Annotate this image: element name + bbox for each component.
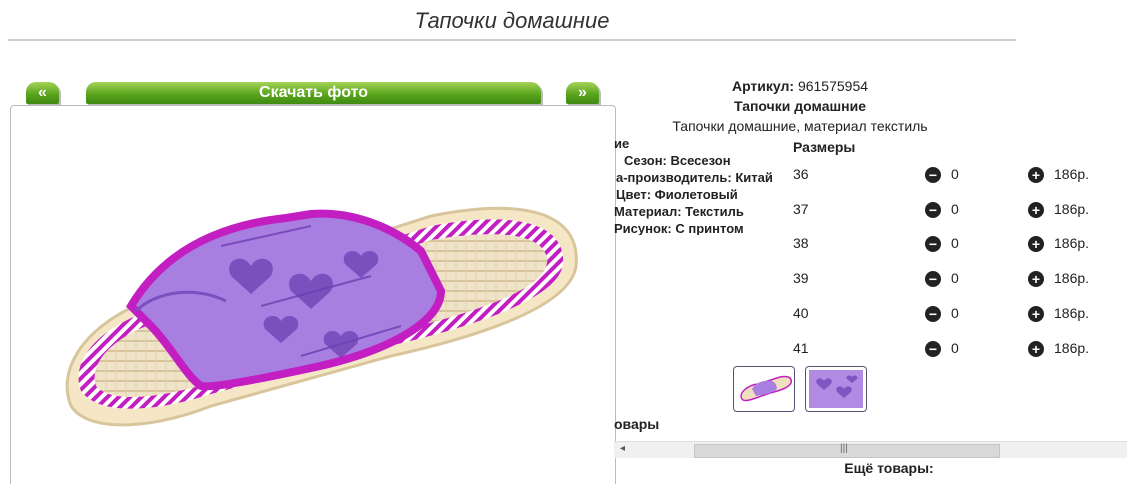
size-row: 39 − 0 + 186р.	[793, 270, 1113, 290]
minus-icon[interactable]: −	[925, 167, 941, 183]
size-price: 186р.	[1054, 305, 1090, 321]
size-row: 38 − 0 + 186р.	[793, 235, 1113, 255]
feature-country: а-производитель: Китай	[616, 170, 773, 185]
size-quantity: 0	[951, 270, 959, 286]
features-header: ие	[614, 136, 630, 151]
horizontal-scrollbar[interactable]: ◂ |||	[614, 441, 1127, 458]
size-value: 36	[793, 166, 809, 182]
size-quantity: 0	[951, 340, 959, 356]
size-quantity: 0	[951, 201, 959, 217]
scrollbar-thumb[interactable]: |||	[694, 443, 1000, 458]
size-value: 39	[793, 270, 809, 286]
minus-icon[interactable]: −	[925, 306, 941, 322]
size-value: 37	[793, 201, 809, 217]
minus-icon[interactable]: −	[925, 202, 941, 218]
plus-icon[interactable]: +	[1028, 202, 1044, 218]
size-row: 37 − 0 + 186р.	[793, 201, 1113, 221]
title-divider	[8, 39, 1016, 41]
product-photo	[10, 105, 616, 484]
slipper-image	[65, 206, 578, 427]
plus-icon[interactable]: +	[1028, 306, 1044, 322]
feature-color: Цвет: Фиолетовый	[616, 187, 738, 202]
slipper-thumbnail	[740, 375, 792, 402]
plus-icon[interactable]: +	[1028, 271, 1044, 287]
size-quantity: 0	[951, 166, 959, 182]
size-value: 38	[793, 235, 809, 251]
feature-material: Материал: Текстиль	[614, 204, 744, 219]
size-price: 186р.	[1054, 166, 1090, 182]
size-price: 186р.	[1054, 270, 1090, 286]
more-products-title: Ещё товары:	[844, 460, 934, 476]
size-quantity: 0	[951, 235, 959, 251]
fabric-thumbnail	[809, 370, 863, 408]
size-price: 186р.	[1054, 235, 1090, 251]
grip-icon: |||	[840, 443, 848, 454]
plus-icon[interactable]: +	[1028, 167, 1044, 183]
size-value: 41	[793, 340, 809, 356]
related-products-title: овары	[614, 416, 660, 432]
product-info: Артикул: 961575954 Тапочки домашние Тапо…	[614, 76, 986, 136]
next-photo-button[interactable]: »	[566, 82, 599, 104]
minus-icon[interactable]: −	[925, 271, 941, 287]
product-description: Тапочки домашние, материал текстиль	[672, 118, 928, 134]
feature-print: Рисунок: С принтом	[614, 221, 744, 235]
size-row: 41 − 0 + 186р.	[793, 340, 1113, 360]
page-title: Тапочки домашние	[414, 8, 610, 33]
download-photo-button[interactable]: Скачать фото	[86, 82, 541, 104]
minus-icon[interactable]: −	[925, 236, 941, 252]
product-name: Тапочки домашние	[733, 98, 866, 114]
plus-icon[interactable]: +	[1028, 341, 1044, 357]
size-value: 40	[793, 305, 809, 321]
feature-season: Сезон: Всесезон	[624, 153, 731, 168]
size-price: 186р.	[1054, 340, 1090, 356]
article-label: Артикул:	[731, 78, 795, 94]
thumbnail-1[interactable]	[733, 366, 795, 412]
size-row: 36 − 0 + 186р.	[793, 166, 1113, 186]
sizes-header: Размеры	[793, 139, 856, 155]
prev-photo-button[interactable]: «	[26, 82, 59, 104]
minus-icon[interactable]: −	[925, 341, 941, 357]
features-list: ие Сезон: Всесезон а-производитель: Кита…	[614, 135, 794, 235]
plus-icon[interactable]: +	[1028, 236, 1044, 252]
article-value: 961575954	[797, 78, 869, 94]
size-row: 40 − 0 + 186р.	[793, 305, 1113, 325]
scroll-left-icon[interactable]: ◂	[620, 443, 625, 454]
size-price: 186р.	[1054, 201, 1090, 217]
thumbnail-2[interactable]	[805, 366, 867, 412]
size-quantity: 0	[951, 305, 959, 321]
